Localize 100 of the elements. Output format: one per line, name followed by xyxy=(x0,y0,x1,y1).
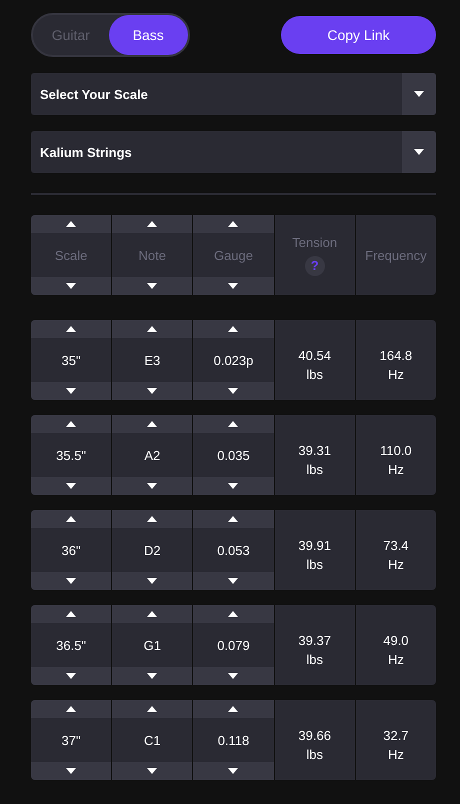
caret-up-icon xyxy=(147,516,158,522)
decrease-button[interactable] xyxy=(112,477,192,495)
readout-text: Hz xyxy=(388,367,404,382)
caret-down-icon xyxy=(147,578,158,584)
instrument-option[interactable]: Bass xyxy=(108,14,188,54)
readout-text: Hz xyxy=(388,652,404,667)
increase-button[interactable] xyxy=(193,320,274,338)
column-header: Gauge xyxy=(214,248,254,262)
decrease-button[interactable] xyxy=(112,762,192,780)
caret-down-icon xyxy=(66,673,76,679)
increase-button[interactable] xyxy=(112,605,192,623)
readout-text: lbs xyxy=(306,367,323,382)
increase-button[interactable] xyxy=(193,215,274,233)
value-text: 36.5" xyxy=(56,638,86,652)
caret-up-icon xyxy=(66,611,76,617)
caret-up-icon xyxy=(66,706,76,712)
copy-link-button[interactable]: Copy Link xyxy=(281,16,436,54)
column-header: Note xyxy=(138,248,166,262)
caret-down-icon xyxy=(66,578,76,584)
readout-text: 110.0 xyxy=(380,443,412,458)
decrease-button[interactable] xyxy=(112,572,192,590)
readout-text: 40.54 xyxy=(298,348,331,363)
increase-button[interactable] xyxy=(112,320,192,338)
caret-down-icon xyxy=(147,483,158,489)
caret-up-icon xyxy=(228,326,238,332)
decrease-button[interactable] xyxy=(193,667,274,685)
increase-button[interactable] xyxy=(193,415,274,433)
caret-down-icon xyxy=(66,388,76,394)
increase-button[interactable] xyxy=(31,510,112,528)
caret-up-icon xyxy=(147,221,158,227)
readout-text: 39.91 xyxy=(298,538,331,553)
readout-text: 73.4 xyxy=(383,538,409,553)
readout-text: 49.0 xyxy=(383,633,409,648)
caret-down-icon xyxy=(228,768,238,774)
readout-text: lbs xyxy=(306,557,323,572)
increase-button[interactable] xyxy=(112,415,192,433)
readout-text: lbs xyxy=(306,462,323,477)
increase-button[interactable] xyxy=(193,700,274,718)
caret-down-icon xyxy=(228,673,238,679)
value-text: 0.053 xyxy=(217,542,250,558)
caret-up-icon xyxy=(66,516,76,522)
increase-button[interactable] xyxy=(31,605,112,623)
caret-down-icon xyxy=(228,388,238,394)
value-text: A2 xyxy=(144,448,160,462)
caret-up-icon xyxy=(66,421,76,427)
decrease-button[interactable] xyxy=(193,382,274,400)
select-dropdown[interactable]: Kalium Strings xyxy=(31,131,436,173)
readout-text: lbs xyxy=(306,747,323,762)
caret-down-icon xyxy=(147,388,158,394)
value-text: 36" xyxy=(62,542,81,558)
value-text: 35" xyxy=(62,352,81,368)
increase-button[interactable] xyxy=(31,700,112,718)
column-header: Tension xyxy=(292,234,338,250)
increase-button[interactable] xyxy=(112,215,192,233)
caret-up-icon xyxy=(66,326,76,332)
decrease-button[interactable] xyxy=(31,762,112,780)
caret-down-icon xyxy=(147,283,158,289)
value-text: 0.118 xyxy=(218,732,250,748)
decrease-button[interactable] xyxy=(112,382,192,400)
caret-down-icon xyxy=(147,768,158,774)
decrease-button[interactable] xyxy=(193,762,274,780)
caret-down-icon xyxy=(228,283,238,289)
caret-up-icon xyxy=(228,611,238,617)
decrease-button[interactable] xyxy=(193,477,274,495)
caret-up-icon xyxy=(147,706,158,712)
decrease-button[interactable] xyxy=(193,277,274,295)
caret-up-icon xyxy=(228,421,238,427)
decrease-button[interactable] xyxy=(31,277,112,295)
caret-down-icon xyxy=(147,673,158,679)
readout-text: Hz xyxy=(388,557,404,572)
value-text: 35.5" xyxy=(56,448,86,462)
decrease-button[interactable] xyxy=(193,572,274,590)
increase-button[interactable] xyxy=(193,605,274,623)
value-text: 0.023p xyxy=(214,352,254,368)
caret-up-icon xyxy=(228,221,238,227)
decrease-button[interactable] xyxy=(112,667,192,685)
caret-down-icon xyxy=(228,483,238,489)
increase-button[interactable] xyxy=(31,215,112,233)
caret-down-icon xyxy=(414,149,424,155)
decrease-button[interactable] xyxy=(31,667,112,685)
select-dropdown[interactable]: Select Your Scale xyxy=(31,73,436,115)
increase-button[interactable] xyxy=(112,510,192,528)
caret-up-icon xyxy=(147,611,158,617)
increase-button[interactable] xyxy=(31,415,112,433)
value-text: 0.035 xyxy=(217,448,250,462)
increase-button[interactable] xyxy=(31,320,112,338)
caret-down-icon xyxy=(414,91,424,97)
increase-button[interactable] xyxy=(193,510,274,528)
value-text: 37" xyxy=(62,732,81,748)
decrease-button[interactable] xyxy=(31,572,112,590)
value-text: E3 xyxy=(144,352,160,368)
readout-text: Hz xyxy=(388,462,404,477)
decrease-button[interactable] xyxy=(112,277,192,295)
decrease-button[interactable] xyxy=(31,382,112,400)
caret-up-icon xyxy=(147,421,158,427)
decrease-button[interactable] xyxy=(31,477,112,495)
caret-up-icon xyxy=(147,326,158,332)
caret-up-icon xyxy=(228,706,238,712)
increase-button[interactable] xyxy=(112,700,192,718)
readout-text: Hz xyxy=(388,747,404,762)
